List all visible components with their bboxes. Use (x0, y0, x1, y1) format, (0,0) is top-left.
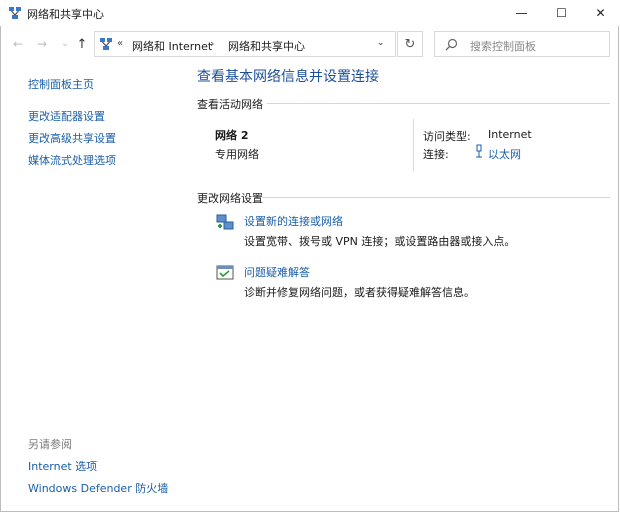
close-button[interactable]: ✕ (580, 0, 620, 26)
sidebar-item-adapter-settings[interactable]: 更改适配器设置 (28, 108, 105, 124)
recent-locations-chevron-icon[interactable]: ⌄ (57, 36, 73, 52)
change-settings-heading: 更改网络设置 (197, 192, 263, 205)
section-divider (267, 103, 610, 104)
title-bar: 网络和共享中心 — ☐ ✕ (0, 0, 620, 26)
new-connection-icon (216, 214, 234, 230)
up-button[interactable]: ↑ (74, 36, 90, 52)
address-dropdown-icon[interactable]: ⌄ (377, 38, 385, 48)
page-title: 查看基本网络信息并设置连接 (197, 69, 379, 85)
ethernet-icon (476, 144, 482, 158)
search-box[interactable]: 搜索控制面板 (434, 31, 610, 57)
ethernet-link[interactable]: 以太网 (488, 146, 521, 162)
maximize-button[interactable]: ☐ (541, 0, 582, 26)
troubleshoot-icon (216, 265, 234, 280)
breadcrumb-network-sharing-center[interactable]: 网络和共享中心 (228, 38, 305, 54)
search-icon (445, 38, 458, 51)
breadcrumb-overflow-icon[interactable]: « (117, 38, 123, 49)
internet-options-link[interactable]: Internet 选项 (28, 458, 97, 474)
setup-new-connection-link[interactable]: 设置新的连接或网络 (244, 213, 343, 229)
see-also-heading: 另请参阅 (28, 438, 72, 451)
section-divider (262, 197, 610, 198)
sidebar-item-media-streaming[interactable]: 媒体流式处理选项 (28, 152, 116, 168)
setup-new-connection-desc: 设置宽带、拨号或 VPN 连接；或设置路由器或接入点。 (244, 235, 516, 248)
network-name: 网络 2 (215, 129, 249, 142)
breadcrumb-separator-icon[interactable]: › (210, 37, 214, 50)
troubleshoot-link[interactable]: 问题疑难解答 (244, 264, 310, 280)
search-placeholder: 搜索控制面板 (470, 40, 536, 53)
vertical-divider (413, 119, 414, 171)
breadcrumb-network-internet[interactable]: 网络和 Internet (132, 38, 212, 54)
access-type-label: 访问类型: (423, 130, 471, 143)
forward-button[interactable]: → (34, 36, 50, 52)
sidebar-item-advanced-sharing[interactable]: 更改高级共享设置 (28, 130, 116, 146)
refresh-button[interactable]: ↻ (397, 31, 423, 57)
sidebar-item-control-panel-home[interactable]: 控制面板主页 (28, 76, 94, 92)
defender-firewall-link[interactable]: Windows Defender 防火墙 (28, 480, 168, 496)
control-panel-icon (100, 38, 112, 50)
minimize-button[interactable]: — (501, 0, 542, 26)
troubleshoot-desc: 诊断并修复网络问题，或者获得疑难解答信息。 (244, 286, 475, 299)
window-title: 网络和共享中心 (27, 8, 104, 21)
back-button[interactable]: ← (10, 36, 26, 52)
address-bar[interactable]: « 网络和 Internet › 网络和共享中心 ⌄ (94, 31, 396, 57)
connections-label: 连接: (423, 148, 449, 161)
network-center-icon (9, 7, 21, 19)
access-type-value: Internet (488, 128, 532, 141)
network-type-link[interactable]: 专用网络 (215, 146, 259, 162)
navigation-bar: ← → ⌄ ↑ « 网络和 Internet › 网络和共享中心 ⌄ ↻ 搜索控… (0, 28, 620, 60)
active-networks-heading: 查看活动网络 (197, 98, 263, 111)
